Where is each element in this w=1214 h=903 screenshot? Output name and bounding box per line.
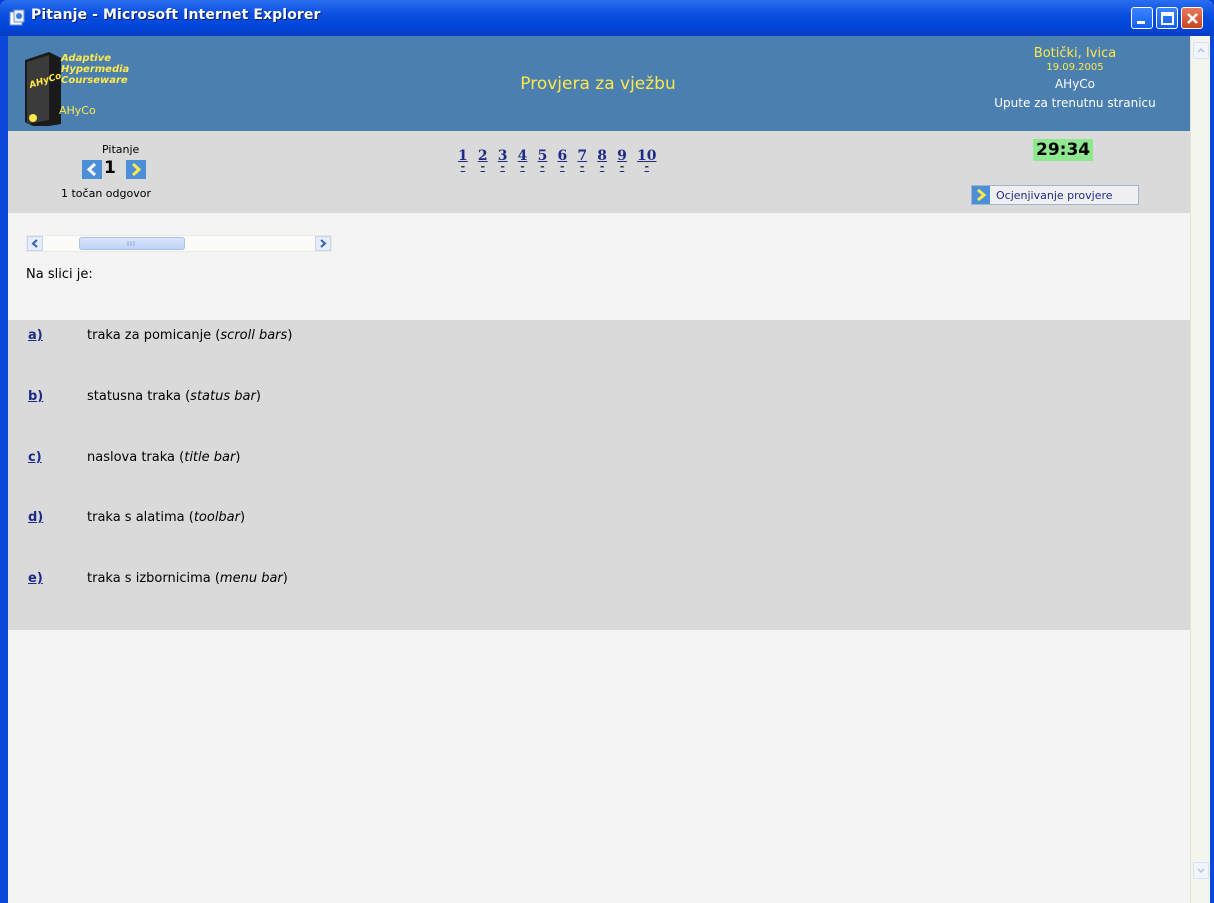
window-title: Pitanje - Microsoft Internet Explorer: [31, 7, 321, 23]
question-links: 1- 2- 3- 4- 5- 6- 7- 8- 9- 10-: [458, 148, 663, 174]
answer-b-link[interactable]: b): [28, 389, 43, 404]
question-label: Pitanje: [102, 143, 140, 156]
minimize-button[interactable]: [1131, 7, 1153, 29]
window-border-left: [0, 36, 8, 903]
question-link[interactable]: 9-: [617, 148, 627, 173]
question-link[interactable]: 2-: [478, 148, 488, 173]
question-status-mark: -: [540, 160, 545, 173]
answer-option: d) traka s alatima (toolbar): [8, 506, 1190, 530]
answer-b-text: statusna traka (status bar): [87, 389, 261, 404]
scroll-left-icon: [27, 236, 43, 251]
scroll-right-icon: [315, 236, 331, 251]
close-button[interactable]: [1181, 7, 1203, 29]
question-stepper: 1: [82, 158, 156, 180]
answer-option: e) traka s izbornicima (menu bar): [8, 567, 1190, 591]
question-link[interactable]: 8-: [597, 148, 607, 173]
title-bar: Pitanje - Microsoft Internet Explorer: [0, 0, 1214, 36]
answer-c-link[interactable]: c): [28, 450, 42, 465]
question-area: Na slici je:: [8, 213, 1190, 320]
answer-option: b) statusna traka (status bar): [8, 385, 1190, 409]
scroll-down-button[interactable]: [1193, 862, 1209, 879]
maximize-icon: [1161, 12, 1174, 25]
answer-a-link[interactable]: a): [28, 328, 43, 343]
current-date: 19.09.2005: [1046, 62, 1104, 73]
answer-hint: 1 točan odgovor: [61, 187, 151, 200]
maximize-button[interactable]: [1156, 7, 1178, 29]
logo-title: Adaptive Hypermedia Courseware: [61, 53, 129, 86]
user-info: Botički, Ivica 19.09.2005 AHyCo Upute za…: [960, 46, 1190, 110]
question-navigation: Pitanje 1 1 točan odgovor 1- 2- 3- 4- 5-…: [8, 131, 1190, 213]
chevron-up-icon: [1197, 47, 1205, 53]
page-header: AHyCo Adaptive Hypermedia Courseware AHy…: [8, 36, 1190, 131]
answer-option: c) naslova traka (title bar): [8, 446, 1190, 470]
scroll-thumb-icon: [79, 237, 185, 250]
arrow-right-icon: [972, 186, 990, 204]
logo-line-3: Courseware: [61, 75, 128, 86]
chevron-right-icon: [131, 162, 142, 177]
answer-option: a) traka za pomicanje (scroll bars): [8, 324, 1190, 348]
countdown-timer: 29:34: [1033, 139, 1094, 161]
question-link[interactable]: 10-: [637, 148, 656, 173]
page-content: AHyCo Adaptive Hypermedia Courseware AHy…: [8, 36, 1190, 903]
question-status-mark: -: [644, 160, 650, 173]
question-status-mark: -: [560, 160, 565, 173]
question-status-mark: -: [480, 160, 486, 173]
page-vertical-scrollbar[interactable]: [1190, 36, 1210, 903]
question-link[interactable]: 4-: [518, 148, 528, 173]
answer-e-link[interactable]: e): [28, 571, 43, 586]
minimize-icon: [1137, 21, 1145, 24]
question-link[interactable]: 7-: [577, 148, 587, 173]
question-text: Na slici je:: [26, 267, 93, 282]
page-title: Provjera za vježbu: [520, 74, 676, 94]
ie-page-icon: [9, 9, 25, 26]
scroll-up-button[interactable]: [1193, 42, 1209, 59]
answer-e-text: traka s izbornicima (menu bar): [87, 571, 288, 586]
question-status-mark: -: [599, 160, 605, 173]
question-link[interactable]: 5-: [538, 148, 548, 173]
question-status-mark: -: [500, 160, 505, 173]
question-link[interactable]: 3-: [498, 148, 508, 173]
grade-test-label: Ocjenjivanje provjere: [996, 189, 1113, 202]
page-blank-area: [8, 630, 1190, 903]
previous-question-button[interactable]: [82, 160, 102, 179]
question-status-mark: -: [520, 160, 525, 173]
question-status-mark: -: [460, 160, 466, 173]
chevron-left-icon: [86, 162, 97, 177]
answer-c-text: naslova traka (title bar): [87, 450, 241, 465]
close-icon: [1187, 13, 1198, 24]
logo-line-1: Adaptive: [61, 53, 112, 64]
grade-test-button[interactable]: Ocjenjivanje provjere: [971, 185, 1139, 205]
logo-subtitle: AHyCo: [59, 104, 96, 117]
next-question-button[interactable]: [126, 160, 146, 179]
logo-line-2: Hypermedia: [61, 64, 130, 75]
answer-a-text: traka za pomicanje (scroll bars): [87, 328, 293, 343]
chevron-down-icon: [1197, 868, 1205, 874]
answer-d-link[interactable]: d): [28, 510, 43, 525]
help-link[interactable]: Upute za trenutnu stranicu: [960, 96, 1190, 110]
browser-window: Pitanje - Microsoft Internet Explorer AH…: [0, 0, 1214, 903]
course-link[interactable]: AHyCo: [960, 77, 1190, 91]
question-link[interactable]: 6-: [557, 148, 567, 173]
question-status-mark: -: [619, 160, 625, 173]
answer-list: a) traka za pomicanje (scroll bars) b) s…: [8, 320, 1190, 630]
sample-horizontal-scrollbar-image: [26, 235, 332, 252]
question-link[interactable]: 1-: [458, 148, 468, 173]
question-status-mark: -: [579, 160, 585, 173]
answer-d-text: traka s alatima (toolbar): [87, 510, 246, 525]
current-question-number: 1: [104, 158, 116, 178]
user-name: Botički, Ivica: [1033, 46, 1117, 61]
window-border-right: [1210, 36, 1214, 903]
